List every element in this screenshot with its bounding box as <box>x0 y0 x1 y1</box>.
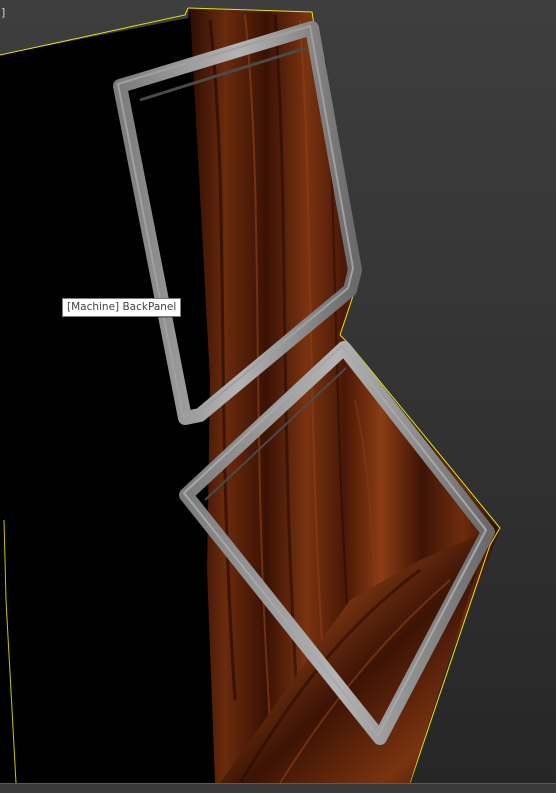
viewport-label[interactable]: ] <box>1 7 5 19</box>
scene-canvas[interactable] <box>0 0 556 793</box>
3d-viewport[interactable]: ] [Machine] BackPanel <box>0 0 556 793</box>
viewport-bottom-border <box>0 783 556 793</box>
object-tooltip: [Machine] BackPanel <box>62 298 182 317</box>
